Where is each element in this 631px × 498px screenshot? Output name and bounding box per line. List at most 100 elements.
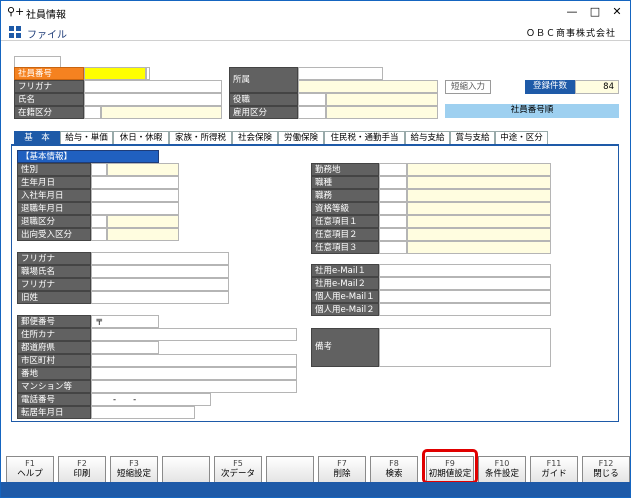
remarks-input[interactable] <box>379 328 551 367</box>
fkey-code: F2 <box>77 459 87 468</box>
fkey-f8[interactable]: F8 検索 <box>370 456 418 483</box>
mail-input-3[interactable] <box>379 303 551 316</box>
address-input-2[interactable] <box>91 341 159 354</box>
fkey-label: 次データ <box>220 469 255 479</box>
fkey-f3[interactable]: F3 短縮設定 <box>110 456 158 483</box>
emp-no-label: 社員番号 <box>14 67 84 80</box>
tab-4[interactable]: 家族・所得税 <box>169 131 232 145</box>
address-input-6[interactable] <box>91 393 211 406</box>
fkey-blank-5[interactable] <box>266 456 314 483</box>
tab-2[interactable]: 給与・単価 <box>60 131 113 145</box>
fkey-label: ヘルプ <box>17 469 43 479</box>
fkey-label: 削除 <box>333 469 351 479</box>
work-code-6[interactable] <box>379 241 407 254</box>
phone-value: - - <box>113 395 137 405</box>
fkey-code: F8 <box>389 459 399 468</box>
grid-icon <box>9 26 21 38</box>
basic-input-2[interactable] <box>91 189 179 202</box>
tab-7[interactable]: 住民税・通勤手当 <box>324 131 405 145</box>
mail-label-0: 社用e-Mail１ <box>311 264 379 277</box>
name2-input-0[interactable] <box>91 252 229 265</box>
work-label-1: 職種 <box>311 176 379 189</box>
work-value-0 <box>407 163 551 176</box>
fkey-label: 条件設定 <box>484 469 519 479</box>
fkey-f2[interactable]: F2 印刷 <box>58 456 106 483</box>
address-input-3[interactable] <box>91 354 297 367</box>
work-label-6: 任意項目３ <box>311 241 379 254</box>
basic-code-4[interactable] <box>91 215 107 228</box>
tab-6[interactable]: 労働保険 <box>278 131 324 145</box>
fkey-f11[interactable]: F11 ガイド <box>530 456 578 483</box>
name2-label-0: フリガナ <box>17 252 91 265</box>
name2-input-1[interactable] <box>91 265 229 278</box>
emp-no-input[interactable] <box>84 67 146 80</box>
dept-value <box>298 80 438 93</box>
shortcut-input-button[interactable]: 短縮入力 <box>445 80 491 94</box>
furigana-input[interactable] <box>84 80 222 93</box>
basic-label-1: 生年月日 <box>17 176 91 189</box>
work-code-3[interactable] <box>379 202 407 215</box>
work-label-4: 任意項目１ <box>311 215 379 228</box>
fkey-f5[interactable]: F5 次データ <box>214 456 262 483</box>
name2-label-2: フリガナ <box>17 278 91 291</box>
basic-label-4: 退職区分 <box>17 215 91 228</box>
function-key-bar: F1 ヘルプ F2 印刷 F3 短縮設定 F5 次データ F7 削除 F8 検索 F9 初期値設定 F10 条… <box>1 453 630 483</box>
work-value-3 <box>407 202 551 215</box>
mail-input-0[interactable] <box>379 264 551 277</box>
work-value-5 <box>407 228 551 241</box>
name2-label-3: 旧姓 <box>17 291 91 304</box>
work-code-1[interactable] <box>379 176 407 189</box>
name2-label-1: 職場氏名 <box>17 265 91 278</box>
address-input-4[interactable] <box>91 367 297 380</box>
work-value-6 <box>407 241 551 254</box>
fkey-label: 短縮設定 <box>116 469 151 479</box>
employment-code[interactable] <box>298 106 326 119</box>
tab-9[interactable]: 賞与支給 <box>450 131 495 145</box>
count-label: 登録件数 <box>525 80 575 94</box>
tab-5[interactable]: 社会保険 <box>232 131 278 145</box>
name2-input-3[interactable] <box>91 291 229 304</box>
position-code[interactable] <box>298 93 326 106</box>
minimize-button[interactable]: — <box>562 4 582 20</box>
status-code[interactable] <box>84 106 101 119</box>
mail-input-1[interactable] <box>379 277 551 290</box>
basic-code-5[interactable] <box>91 228 107 241</box>
work-code-2[interactable] <box>379 189 407 202</box>
close-button[interactable]: ✕ <box>607 4 627 20</box>
fkey-f12[interactable]: F12 閉じる <box>582 456 630 483</box>
status-bar <box>1 482 630 497</box>
tab-1[interactable]: 基 本 <box>14 131 60 145</box>
dept-top-input[interactable] <box>298 67 383 80</box>
tab-10[interactable]: 中途・区分 <box>495 131 548 145</box>
fkey-f1[interactable]: F1 ヘルプ <box>6 456 54 483</box>
address-input-5[interactable] <box>91 380 297 393</box>
position-label: 役職 <box>229 93 298 106</box>
work-code-5[interactable] <box>379 228 407 241</box>
name2-input-2[interactable] <box>91 278 229 291</box>
basic-code-0[interactable] <box>91 163 107 176</box>
basic-input-3[interactable] <box>91 202 179 215</box>
postal-mark: 〒 <box>95 318 104 328</box>
fkey-label: 閉じる <box>593 469 619 479</box>
status-label: 在籍区分 <box>14 106 84 119</box>
fkey-f10[interactable]: F10 条件設定 <box>478 456 526 483</box>
work-code-0[interactable] <box>379 163 407 176</box>
menu-file[interactable]: ファイル <box>27 26 67 41</box>
position-value <box>326 93 438 106</box>
work-code-4[interactable] <box>379 215 407 228</box>
fkey-f7[interactable]: F7 削除 <box>318 456 366 483</box>
tab-3[interactable]: 休日・休暇 <box>113 131 169 145</box>
mail-input-2[interactable] <box>379 290 551 303</box>
address-input-7[interactable] <box>91 406 195 419</box>
address-label-5: マンション等 <box>17 380 91 393</box>
fkey-code: F1 <box>25 459 35 468</box>
basic-input-1[interactable] <box>91 176 179 189</box>
address-input-1[interactable] <box>91 328 297 341</box>
tab-8[interactable]: 給与支給 <box>405 131 450 145</box>
fkey-code: F11 <box>546 459 562 468</box>
name-input[interactable] <box>84 93 222 106</box>
fkey-blank-3[interactable] <box>162 456 210 483</box>
search-user-icon: ⚲+ <box>7 5 25 18</box>
name-label: 氏名 <box>14 93 84 106</box>
maximize-button[interactable]: □ <box>585 4 605 20</box>
